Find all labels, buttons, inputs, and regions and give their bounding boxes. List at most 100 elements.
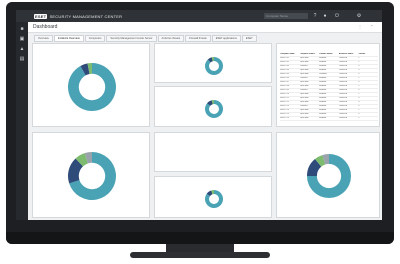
table-cell: Protected (338, 69, 347, 71)
table-cell: WIN-PC13 (280, 105, 290, 107)
table-cell: 1 (358, 77, 360, 79)
table-row[interactable]: WIN-PC16 Up-to-date Enabled Protected 2 (280, 117, 378, 121)
more-icon[interactable]: ⋮ (358, 24, 362, 29)
table-cell: Enabled (319, 57, 327, 59)
panel-mid-1 (154, 43, 272, 83)
panel-right-bottom: 1/50 (276, 132, 380, 218)
panel-left-bottom: 1/50 (32, 132, 150, 218)
tab-smc-server[interactable]: Security Management Center Server (106, 35, 157, 42)
panel-mid-2 (154, 86, 272, 127)
table-cell: Enabled (319, 97, 327, 99)
table-cell: 2 (358, 57, 360, 59)
table-cell: Up-to-date (299, 117, 309, 119)
help-icon[interactable]: ? (312, 13, 318, 19)
table-cell: 2 (358, 117, 360, 119)
table-cell: Enabled (319, 93, 327, 95)
table-cell: Protected (338, 109, 347, 111)
table-cell: 3 (358, 69, 360, 71)
donut-chart (205, 100, 223, 118)
reports-icon[interactable]: ▤ (19, 56, 25, 62)
table-cell: WIN-PC12 (280, 101, 290, 103)
sidebar: ▦ ■ ▣ ▲ ▤ (16, 10, 28, 220)
table-cell: WIN-PC05 (280, 73, 290, 75)
table-cell: Protected (338, 65, 347, 67)
tab-overview[interactable]: Overview (34, 35, 53, 42)
table-cell: Up-to-date (299, 97, 309, 99)
tab-applications[interactable]: ESET applications (211, 35, 241, 42)
donut-center-label: 1/50 (326, 175, 333, 179)
table-cell: 0 (358, 65, 360, 67)
alerts-icon[interactable]: ▲ (19, 46, 25, 52)
table-cell: Enabled (319, 81, 327, 83)
table-cell: WIN-PC10 (280, 93, 290, 95)
search-input[interactable]: Computer Name (264, 13, 308, 19)
settings-icon[interactable]: ⚙ (356, 13, 362, 19)
table-cell: WIN-PC03 (280, 65, 290, 67)
donut-chart (205, 190, 223, 208)
table-cell: 0 (358, 105, 360, 107)
user-icon[interactable]: ● (322, 13, 328, 19)
table-cell: Enabled (319, 89, 327, 91)
computers-table: Computer Name Computer Status Firewall Sta… (280, 53, 378, 121)
table-cell: 0 (358, 81, 360, 83)
table-cell: Enabled (319, 117, 327, 119)
tab-firewall[interactable]: Firewall threats (185, 35, 211, 42)
table-cell: Enabled (319, 77, 327, 79)
computers-icon[interactable]: ▣ (19, 36, 25, 42)
table-cell: Up-to-date (299, 101, 309, 103)
monitor-chin (6, 232, 394, 244)
app-title: SECURITY MANAGEMENT CENTER (49, 13, 123, 19)
table-cell: WIN-PC04 (280, 69, 290, 71)
tab-computers[interactable]: Computers (84, 35, 106, 42)
table-cell: Up-to-date (299, 85, 309, 87)
screen: ▦ ■ ▣ ▲ ▤ ESET SECURITY MANAGEMENT CENTE… (16, 10, 382, 220)
table-cell: Up-to-date (299, 73, 309, 75)
page-title: Dashboard (33, 24, 58, 30)
column-header[interactable]: Threats (358, 53, 378, 56)
table-cell: WIN-PC06 (280, 77, 290, 79)
donut-center-label: 1/50 (89, 175, 96, 179)
table-cell: Enabled (319, 61, 327, 63)
table-cell: WIN-PC07 (280, 81, 290, 83)
logout-icon[interactable]: ⏻ (334, 13, 340, 19)
column-header[interactable]: Antivirus Status (339, 53, 359, 56)
donut-chart: 1/50 (68, 152, 116, 200)
table-cell: 0 (358, 73, 360, 75)
tab-antivirus[interactable]: Antivirus threats (157, 35, 185, 42)
table-cell: Protected (338, 93, 347, 95)
table-cell: Enabled (319, 101, 327, 103)
table-cell: Up-to-date (299, 61, 309, 63)
donut-chart (205, 57, 223, 75)
column-header[interactable]: Computer Name (280, 53, 300, 56)
table-cell: Up-to-date (299, 81, 309, 83)
app-logo: ESET SECURITY MANAGEMENT CENTER (34, 13, 123, 19)
table-cell: Up-to-date (299, 109, 309, 111)
collapse-icon[interactable]: ⌃ (370, 24, 373, 29)
table-cell: Outdated (299, 77, 308, 79)
table-cell: Enabled (319, 65, 327, 67)
tab-incidents[interactable]: Incidents Overview (53, 35, 84, 42)
monitor-base (130, 252, 270, 258)
table-cell: Up-to-date (299, 93, 309, 95)
table-cell: Outdated (299, 65, 308, 67)
dashboard-icon[interactable]: ■ (19, 26, 25, 32)
panel-left-top: 1/50 (32, 43, 150, 127)
column-header[interactable]: Computer Status (300, 53, 320, 56)
logo-mark: ESET (34, 13, 48, 19)
column-header[interactable]: Firewall Status (319, 53, 339, 56)
table-cell: WIN-PC11 (280, 97, 289, 99)
table-cell: Outdated (299, 89, 308, 91)
table-cell: WIN-PC09 (280, 89, 290, 91)
table-cell: WIN-PC15 (280, 113, 290, 115)
table-cell: 0 (358, 113, 360, 115)
panel-mid-3 (154, 176, 272, 218)
table-cell: Enabled (319, 85, 327, 87)
table-cell: Up-to-date (299, 57, 309, 59)
table-cell: Protected (338, 61, 347, 63)
table-cell: Disabled (319, 73, 327, 75)
table-cell: 4 (358, 101, 360, 103)
table-cell: 1 (358, 93, 360, 95)
tab-eset[interactable]: ESET (241, 35, 257, 42)
dashboard-tabs: Overview Incidents Overview Computers Se… (34, 35, 258, 42)
donut-chart: 1/50 (307, 154, 351, 198)
